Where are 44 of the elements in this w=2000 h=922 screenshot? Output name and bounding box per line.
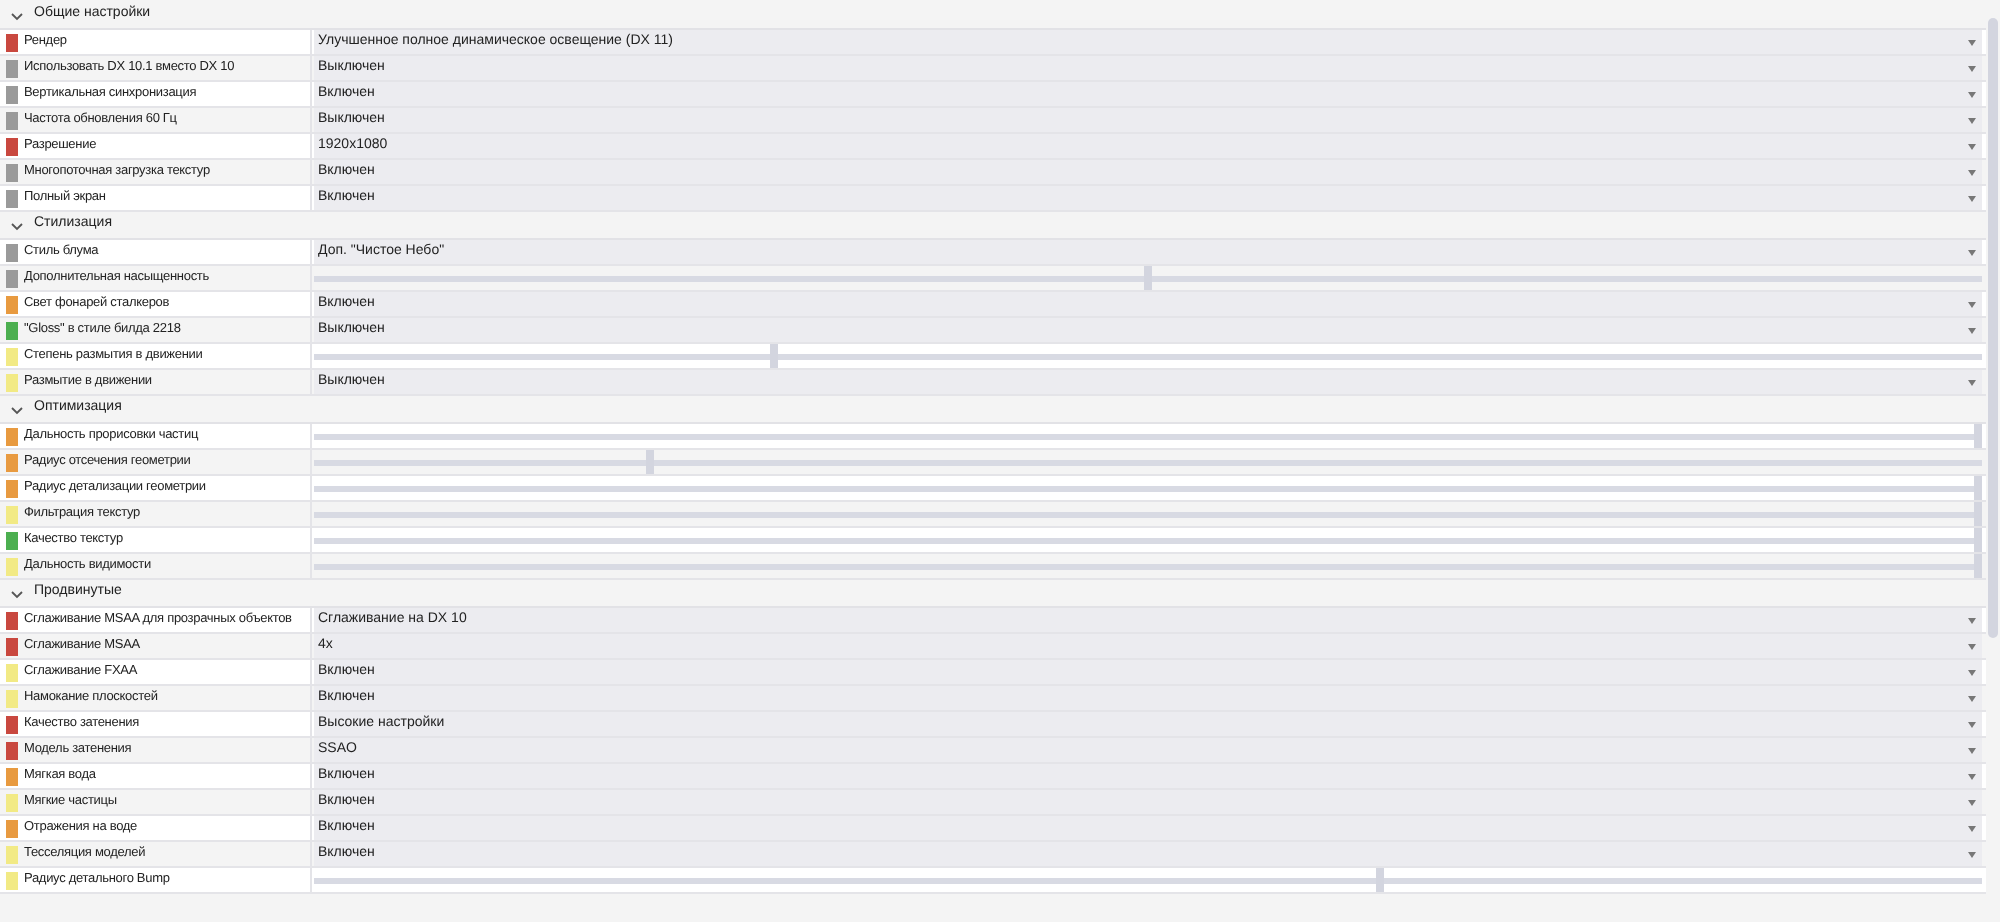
dropdown-arrow-icon (1968, 39, 1976, 45)
slider[interactable] (314, 868, 1982, 892)
dropdown-arrow-icon (1968, 169, 1976, 175)
dropdown-arrow-icon (1968, 773, 1976, 779)
dropdown-arrow-icon (1968, 143, 1976, 149)
dropdown-arrow-icon (1968, 327, 1976, 333)
slider-thumb[interactable] (1376, 868, 1385, 892)
dropdown-arrow-icon (1968, 65, 1976, 71)
chevron-icon[interactable] (10, 9, 24, 21)
slider-thumb[interactable] (1974, 476, 1982, 500)
dropdown-arrow-icon (1968, 669, 1976, 675)
slider-thumb[interactable] (1974, 424, 1982, 448)
slider[interactable] (314, 502, 1982, 526)
dropdown-arrow-icon (1968, 379, 1976, 385)
slider[interactable] (314, 450, 1982, 474)
slider-thumb[interactable] (1974, 528, 1982, 552)
slider[interactable] (314, 344, 1982, 368)
dropdown-arrow-icon (1968, 643, 1976, 649)
slider-thumb[interactable] (1144, 266, 1152, 290)
slider[interactable] (314, 528, 1982, 552)
slider[interactable] (314, 424, 1982, 448)
dropdown-arrow-icon (1968, 117, 1976, 123)
slider-thumb[interactable] (770, 344, 779, 368)
dropdown-arrow-icon (1968, 695, 1976, 701)
dropdown-arrow-icon (1968, 825, 1976, 831)
slider-thumb[interactable] (1974, 554, 1982, 578)
slider-thumb[interactable] (646, 450, 654, 474)
dropdown-arrow-icon (1968, 617, 1976, 623)
dropdown-arrow-icon (1968, 747, 1976, 753)
dropdown-arrow-icon (1968, 91, 1976, 97)
slider[interactable] (314, 266, 1982, 290)
chevron-icon[interactable] (10, 587, 24, 599)
slider-thumb[interactable] (1974, 502, 1982, 526)
dropdown-arrow-icon (1968, 799, 1976, 805)
dropdown-arrow-icon (1968, 721, 1976, 727)
scrollbar-thumb[interactable] (1988, 18, 1998, 638)
slider[interactable] (314, 476, 1982, 500)
dropdown-arrow-icon (1968, 301, 1976, 307)
dropdown-arrow-icon (1968, 195, 1976, 201)
dropdown-arrow-icon (1968, 851, 1976, 857)
chevron-icon[interactable] (10, 219, 24, 231)
slider[interactable] (314, 554, 1982, 578)
chevron-icon[interactable] (10, 403, 24, 415)
dropdown-arrow-icon (1968, 249, 1976, 255)
